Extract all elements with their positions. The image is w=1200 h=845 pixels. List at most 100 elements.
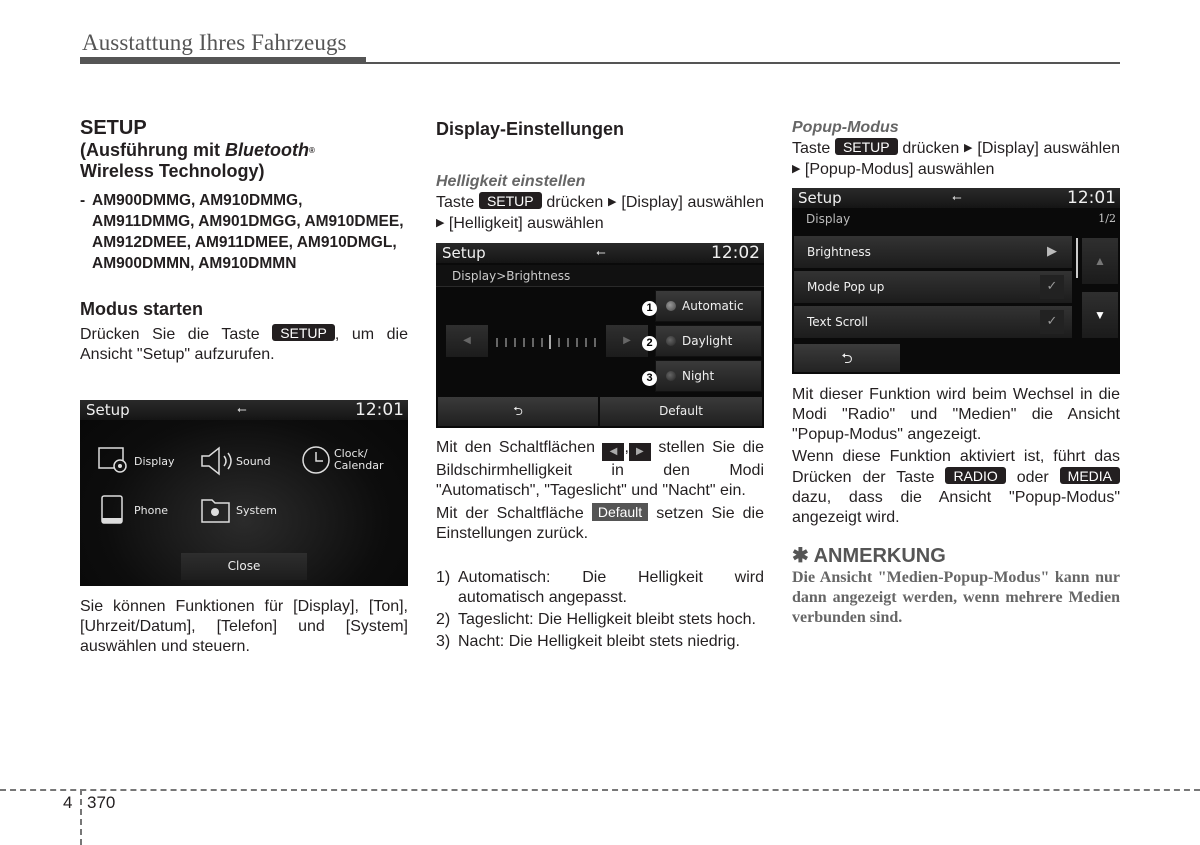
default-button[interactable]: Default xyxy=(600,397,762,426)
speaker-icon xyxy=(201,446,232,476)
screen-clock: 12:02 xyxy=(711,243,760,263)
mode-list-item: 2) Tageslicht: Die Helligkeit bleibt stet… xyxy=(436,610,764,630)
setup-subtitle: (Ausführung mit Bluetooth® Wireless Tech… xyxy=(80,140,408,182)
back-button[interactable]: ⮌ xyxy=(438,397,598,426)
callout-number: 3 xyxy=(642,371,657,386)
menu-item-clock-calendar[interactable]: Clock/ Calendar xyxy=(300,444,383,476)
brightness-tick xyxy=(522,337,525,347)
mode-night-button[interactable]: Night xyxy=(655,360,762,392)
chapter-number: 4 xyxy=(63,793,73,812)
usb-icon: ⭠ xyxy=(237,402,247,416)
brightness-tick xyxy=(504,337,507,347)
display-settings-icon xyxy=(98,447,127,473)
submenu-arrow-icon: ▶ xyxy=(1047,244,1057,259)
row-brightness[interactable]: Brightness ▶ xyxy=(794,236,1072,268)
usb-icon: ⭠ xyxy=(952,190,962,204)
checkbox-checked-icon[interactable]: ✓ xyxy=(1040,275,1064,299)
mode-label: Automatic xyxy=(682,299,744,313)
row-mode-popup[interactable]: Mode Pop up ✓ xyxy=(794,271,1072,303)
close-button[interactable]: Close xyxy=(181,553,307,580)
media-key-label: MEDIA xyxy=(1059,467,1120,484)
column-popup-mode: Popup-Modus Taste SETUP drücken ▶ [Displ… xyxy=(792,118,1120,180)
arrow-right-icon: ▶ xyxy=(607,196,617,208)
text: Taste xyxy=(436,194,479,211)
section-title-display-settings: Display-Einstellungen xyxy=(436,119,625,139)
brightness-tick xyxy=(513,337,516,347)
text: [Display] auswählen xyxy=(972,140,1120,157)
scroll-down-button[interactable]: ▼ xyxy=(1082,292,1118,338)
list-number: 1) xyxy=(436,569,451,586)
column-display-settings: Display-Einstellungen Helligkeit einstel… xyxy=(436,116,764,234)
brightness-description: Mit den Schaltflächen ◀, ▶ stellen Sie di… xyxy=(436,438,764,652)
list-number: 2) xyxy=(436,611,451,628)
start-instructions: Drücken Sie die Taste SETUP, um die Ansi… xyxy=(80,324,408,365)
brightness-tick xyxy=(531,337,534,347)
usb-icon: ⭠ xyxy=(596,245,606,259)
brightness-slider[interactable] xyxy=(496,335,596,349)
brightness-current-tick xyxy=(549,335,552,349)
menu-item-label: Clock/ Calendar xyxy=(334,447,384,472)
footer-dashed-rule xyxy=(0,789,1200,791)
menu-item-label: System xyxy=(236,503,278,517)
arrow-right-icon: ▶ xyxy=(963,142,973,154)
footer-vertical-divider xyxy=(80,789,82,845)
mode-description-list: 1) Automatisch: Die Helligkeit wird autom… xyxy=(436,568,764,652)
subtitle-text: (Ausführung mit xyxy=(80,140,225,160)
brightness-tick xyxy=(585,337,588,347)
subsection-title-brightness: Helligkeit einstellen xyxy=(436,173,586,190)
menu-item-label: Phone xyxy=(134,503,169,517)
setup-menu-screen: Setup ⭠ 12:01 Display Sound Clock/ Calen… xyxy=(80,400,408,586)
back-button[interactable]: ⮌ xyxy=(794,344,900,372)
phone-icon xyxy=(101,495,123,524)
system-settings-icon xyxy=(201,499,230,523)
back-icon: ⮌ xyxy=(841,350,853,366)
text: Mit der Schaltfläche xyxy=(436,505,592,522)
menu-item-sound[interactable]: Sound xyxy=(200,446,271,476)
brightness-decrease-button[interactable]: ◀ xyxy=(446,325,488,357)
page-indicator: 1/2 xyxy=(1098,212,1116,225)
left-arrow-key-icon: ◀ xyxy=(602,443,625,461)
setup-key-label: SETUP xyxy=(834,138,898,155)
text: dazu, dass die Ansicht "Popup-Modus" ang… xyxy=(792,489,1120,526)
bluetooth-brand: Bluetooth xyxy=(224,140,309,160)
mode-daylight-button[interactable]: Daylight xyxy=(655,325,762,357)
text: [Display] auswählen xyxy=(616,194,764,211)
model-list: - AM900DMMG, AM910DMMG, AM911DMMG, AM901… xyxy=(80,190,408,274)
registered-mark: ® xyxy=(308,146,315,155)
text: [Popup-Modus] auswählen xyxy=(800,161,995,178)
popup-path: Taste SETUP drücken ▶ [Display] auswähle… xyxy=(792,138,1120,180)
mode-label: Daylight xyxy=(682,334,733,348)
mode-list-item: 3) Nacht: Die Helligkeit bleibt stets nie… xyxy=(436,632,764,652)
radio-key-label: RADIO xyxy=(945,467,1006,484)
text: Mit den Schaltflächen xyxy=(436,439,603,456)
checkbox-checked-icon[interactable]: ✓ xyxy=(1040,310,1064,334)
screen-section: Display xyxy=(806,212,851,226)
radio-indicator-icon xyxy=(666,301,676,311)
subtitle-text-2: Wireless Technology) xyxy=(80,161,265,181)
screen-title: Setup xyxy=(798,189,842,207)
menu-item-label: Display xyxy=(134,454,175,468)
brightness-tick xyxy=(496,337,498,347)
scroll-up-button[interactable]: ▲ xyxy=(1082,238,1118,284)
brightness-screen: Setup ⭠ 12:02 Display>Brightness ◀ ▶ Aut… xyxy=(436,243,764,428)
brightness-tick xyxy=(540,337,543,347)
column-setup: SETUP (Ausführung mit Bluetooth® Wireles… xyxy=(80,116,408,365)
mode-automatic-button[interactable]: Automatic xyxy=(655,290,762,322)
section-title-setup: SETUP xyxy=(80,117,147,139)
menu-item-display[interactable]: Display xyxy=(98,446,175,476)
text: oder xyxy=(1005,469,1060,486)
buttons-text: Mit den Schaltflächen ◀, ▶ stellen Sie di… xyxy=(436,438,764,501)
screen-breadcrumb: Display>Brightness xyxy=(436,265,764,287)
display-menu-screen: Setup ⭠ 12:01 Display 1/2 Brightness ▶ Mo… xyxy=(792,188,1120,374)
menu-item-phone[interactable]: Phone xyxy=(98,495,168,525)
screen-title: Setup xyxy=(442,244,486,262)
row-label: Mode Pop up xyxy=(807,280,885,294)
scrollbar[interactable] xyxy=(1076,238,1078,278)
screen-clock: 12:01 xyxy=(355,400,404,420)
callout-number: 2 xyxy=(642,336,657,351)
text: [Helligkeit] auswählen xyxy=(444,215,604,232)
menu-item-system[interactable]: System xyxy=(200,495,277,525)
text: Taste xyxy=(792,140,835,157)
row-text-scroll[interactable]: Text Scroll ✓ xyxy=(794,306,1072,338)
menu-item-label: Sound xyxy=(236,454,271,468)
